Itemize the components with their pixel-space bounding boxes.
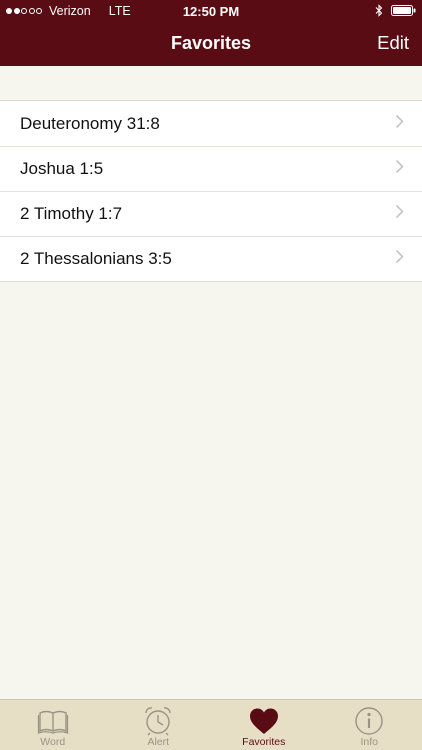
favorite-item-label: Deuteronomy 31:8 xyxy=(20,113,160,133)
favorite-item[interactable]: Joshua 1:5 xyxy=(0,146,422,191)
status-bar: Verizon LTE 12:50 PM xyxy=(0,0,422,22)
nav-bar: Favorites Edit xyxy=(0,22,422,66)
chevron-right-icon xyxy=(395,114,404,134)
book-icon xyxy=(37,706,69,736)
favorite-item[interactable]: 2 Thessalonians 3:5 xyxy=(0,236,422,281)
chevron-right-icon xyxy=(395,204,404,224)
favorite-item-label: 2 Thessalonians 3:5 xyxy=(20,248,172,268)
alarm-clock-icon xyxy=(142,706,174,736)
bluetooth-icon xyxy=(375,4,383,20)
tab-alert-label: Alert xyxy=(147,736,170,748)
favorite-item-label: 2 Timothy 1:7 xyxy=(20,203,123,223)
info-icon xyxy=(354,706,384,736)
favorite-item[interactable]: 2 Timothy 1:7 xyxy=(0,191,422,236)
status-right xyxy=(375,4,416,20)
favorite-item-label: Joshua 1:5 xyxy=(20,158,104,178)
header: Verizon LTE 12:50 PM Favorites Edit xyxy=(0,0,422,66)
tab-alert[interactable]: Alert xyxy=(106,700,212,750)
tab-word-label: Word xyxy=(40,736,66,748)
tab-word[interactable]: Word xyxy=(0,700,106,750)
tab-info[interactable]: Info xyxy=(317,700,422,750)
favorites-list: Deuteronomy 31:8 Joshua 1:5 2 Timothy 1:… xyxy=(0,100,422,282)
chevron-right-icon xyxy=(395,159,404,179)
tab-favorites-label: Favorites xyxy=(242,736,286,748)
status-time: 12:50 PM xyxy=(182,4,240,19)
heart-icon xyxy=(248,706,280,736)
battery-icon xyxy=(391,5,416,19)
favorite-item[interactable]: Deuteronomy 31:8 xyxy=(0,101,422,146)
tab-bar: Word Alert Favorites Info xyxy=(0,699,422,750)
tab-info-label: Info xyxy=(360,736,378,748)
tab-favorites[interactable]: Favorites xyxy=(211,700,317,750)
chevron-right-icon xyxy=(395,249,404,269)
edit-button[interactable]: Edit xyxy=(377,32,409,54)
page-title: Favorites xyxy=(170,33,252,53)
